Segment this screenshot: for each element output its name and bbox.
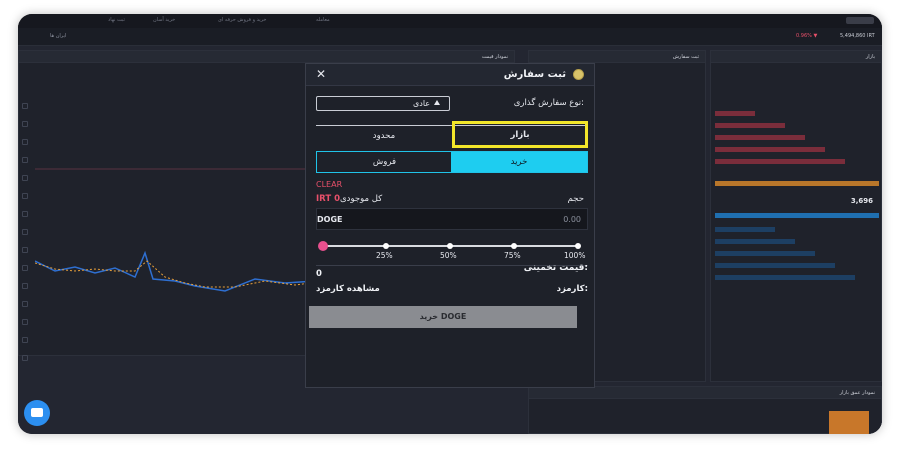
tool-icon[interactable] bbox=[22, 175, 28, 181]
sell-tab[interactable]: فروش bbox=[317, 152, 452, 172]
slider-mark-25[interactable] bbox=[383, 243, 389, 249]
top-nav-item-3[interactable]: معامله bbox=[316, 17, 330, 23]
bid-highlight-row bbox=[715, 213, 879, 218]
sub-nav-tab[interactable]: ایران ها bbox=[50, 33, 66, 39]
order-mode-tabs: محدود بازار bbox=[316, 121, 588, 148]
estimate-value: 0 bbox=[316, 269, 322, 279]
tab-market[interactable]: بازار bbox=[452, 121, 588, 148]
ask-highlight-row bbox=[715, 181, 879, 186]
bid-depth-bar bbox=[715, 263, 835, 268]
order-panel-title: ثبت سفارش bbox=[529, 51, 705, 63]
slider-label-100: 100% bbox=[564, 251, 586, 260]
order-type-value: عادی bbox=[413, 99, 431, 108]
view-fee-link[interactable]: مشاهده کارمزد bbox=[316, 284, 380, 294]
modal-header: ثبت سفارش ✕ bbox=[306, 64, 594, 86]
bid-depth-bar bbox=[715, 227, 775, 232]
tab-limit[interactable]: محدود bbox=[316, 126, 452, 148]
tool-icon[interactable] bbox=[22, 157, 28, 163]
top-nav-item-0[interactable]: ثبت نهاد bbox=[108, 17, 125, 23]
order-book-title: بازار bbox=[711, 51, 881, 63]
tool-icon[interactable] bbox=[22, 247, 28, 253]
slider-label-25: 25% bbox=[376, 251, 393, 260]
tool-icon[interactable] bbox=[22, 283, 28, 289]
tool-icon[interactable] bbox=[22, 319, 28, 325]
depth-chart-panel: نمودار عمق بازار bbox=[528, 386, 882, 434]
balance-value: IRT 0 bbox=[316, 194, 340, 204]
slider-label-50: 50% bbox=[440, 251, 457, 260]
fee-label: کارمزد: bbox=[556, 284, 588, 294]
caret-up-icon bbox=[434, 100, 440, 105]
balance-label: کل موجودی bbox=[340, 194, 383, 204]
tool-icon[interactable] bbox=[22, 211, 28, 217]
slider-label-75: 75% bbox=[504, 251, 521, 260]
estimate-label: قیمت تخمینی: bbox=[523, 263, 588, 273]
bid-depth-bar bbox=[715, 275, 855, 280]
sub-nav: ایران ها 0.96% ▼ 5,494,860 IRT bbox=[18, 28, 882, 46]
slider-mark-75[interactable] bbox=[511, 243, 517, 249]
mid-price: 3,696 bbox=[850, 197, 873, 205]
tool-icon[interactable] bbox=[22, 139, 28, 145]
order-type-select[interactable]: عادی bbox=[316, 96, 450, 111]
buy-tab[interactable]: خرید bbox=[451, 152, 587, 172]
depth-chart-title: نمودار عمق بازار bbox=[529, 387, 881, 399]
depth-area bbox=[829, 411, 869, 434]
tool-icon[interactable] bbox=[22, 193, 28, 199]
chart-panel-title: نمودار قیمت bbox=[19, 51, 514, 63]
tool-icon[interactable] bbox=[22, 337, 28, 343]
order-modal: ثبت سفارش ✕ نوع سفارش گذاری: عادی محدود … bbox=[305, 63, 595, 388]
drawing-toolbar bbox=[19, 99, 31, 389]
coin-icon bbox=[573, 69, 584, 80]
chat-icon bbox=[31, 408, 43, 417]
clear-button[interactable]: CLEAR bbox=[316, 180, 342, 189]
order-type-label: نوع سفارش گذاری: bbox=[513, 98, 584, 108]
submit-buy-button[interactable]: خرید DOGE bbox=[309, 306, 577, 328]
tool-icon[interactable] bbox=[22, 355, 28, 361]
tool-icon[interactable] bbox=[22, 229, 28, 235]
order-book-panel: بازار 3,696 bbox=[710, 50, 882, 382]
tool-icon[interactable] bbox=[22, 103, 28, 109]
chat-button[interactable] bbox=[24, 400, 50, 426]
amount-currency: DOGE bbox=[317, 215, 343, 224]
top-nav-item-1[interactable]: خرید آسان bbox=[153, 17, 175, 23]
tool-icon[interactable] bbox=[22, 121, 28, 127]
close-icon[interactable]: ✕ bbox=[316, 67, 326, 81]
slider-handle[interactable] bbox=[318, 241, 328, 251]
modal-title: ثبت سفارش bbox=[503, 69, 566, 80]
last-price: 5,494,860 IRT bbox=[840, 33, 875, 39]
volume-label: حجم bbox=[567, 194, 584, 204]
top-nav-item-2[interactable]: خرید و فروش حرفه ای bbox=[218, 17, 267, 23]
slider-mark-100[interactable] bbox=[575, 243, 581, 249]
ask-depth-bar bbox=[715, 159, 845, 164]
ask-depth-bar bbox=[715, 123, 785, 128]
tool-icon[interactable] bbox=[22, 301, 28, 307]
price-change: 0.96% ▼ bbox=[796, 33, 818, 39]
logo bbox=[846, 17, 874, 24]
bid-depth-bar bbox=[715, 251, 815, 256]
ask-depth-bar bbox=[715, 111, 755, 116]
amount-value: 0.00 bbox=[563, 215, 581, 224]
slider-mark-50[interactable] bbox=[447, 243, 453, 249]
amount-input[interactable]: DOGE 0.00 bbox=[316, 208, 588, 230]
order-side-toggle: فروش خرید bbox=[316, 151, 588, 173]
top-nav: ثبت نهاد خرید آسان خرید و فروش حرفه ای م… bbox=[18, 14, 882, 28]
bid-depth-bar bbox=[715, 239, 795, 244]
tool-icon[interactable] bbox=[22, 265, 28, 271]
ask-depth-bar bbox=[715, 147, 825, 152]
ask-depth-bar bbox=[715, 135, 805, 140]
